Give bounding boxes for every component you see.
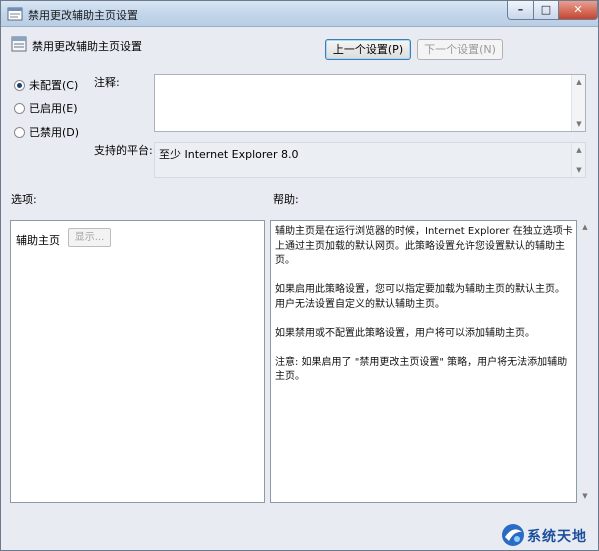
help-label: 帮助: — [273, 193, 299, 206]
maximize-button[interactable]: □ — [533, 1, 559, 20]
minimize-button[interactable]: – — [507, 1, 534, 20]
scroll-down-icon[interactable]: ▼ — [579, 490, 591, 502]
policy-setting-window: 禁用更改辅助主页设置 – □ ✕ 禁用更改辅助主页设置 上一个设置(P) 下一个… — [0, 0, 599, 551]
setting-icon — [11, 36, 27, 52]
scroll-down-icon[interactable]: ▼ — [572, 118, 586, 130]
help-paragraph: 辅助主页是在运行浏览器的时候，Internet Explorer 在独立选项卡上… — [275, 226, 573, 266]
scroll-up-icon[interactable]: ▲ — [579, 221, 591, 233]
radio-icon — [14, 103, 25, 114]
watermark-text: 系统天地 — [527, 529, 587, 545]
help-text: 辅助主页是在运行浏览器的时候，Internet Explorer 在独立选项卡上… — [275, 225, 573, 399]
scroll-down-icon[interactable]: ▼ — [572, 164, 586, 176]
options-label: 选项: — [11, 193, 37, 206]
previous-setting-button[interactable]: 上一个设置(P) — [325, 39, 411, 60]
help-paragraph: 如果启用此策略设置，您可以指定要加载为辅助主页的默认主页。用户无法设置自定义的默… — [275, 284, 565, 310]
radio-label: 已启用(E) — [29, 102, 78, 115]
help-paragraph: 注意: 如果启用了 "禁用更改主页设置" 策略，用户将无法添加辅助主页。 — [275, 356, 568, 383]
platform-label: 支持的平台: — [94, 144, 153, 157]
radio-selected-icon — [14, 80, 25, 91]
site-watermark: 系统天地 — [498, 522, 598, 550]
comment-label: 注释: — [94, 76, 120, 89]
show-button[interactable]: 显示... — [68, 228, 111, 247]
radio-not-configured[interactable]: 未配置(C) — [14, 77, 78, 93]
comment-textarea[interactable]: ▲ ▼ — [154, 74, 586, 132]
title-bar[interactable]: 禁用更改辅助主页设置 – □ ✕ — [1, 1, 598, 27]
close-icon: ✕ — [573, 3, 583, 16]
close-button[interactable]: ✕ — [558, 1, 598, 20]
minimize-icon: – — [517, 3, 524, 16]
options-panel: 辅助主页 显示... — [10, 220, 265, 503]
radio-disabled[interactable]: 已禁用(D) — [14, 124, 79, 140]
platform-scrollbar[interactable]: ▲ ▼ — [571, 143, 585, 177]
secondary-home-label: 辅助主页 — [16, 234, 60, 247]
maximize-icon: □ — [540, 3, 552, 16]
scroll-up-icon[interactable]: ▲ — [572, 76, 586, 88]
setting-title: 禁用更改辅助主页设置 — [32, 40, 142, 53]
radio-icon — [14, 127, 25, 138]
platform-field: 至少 Internet Explorer 8.0 ▲ ▼ — [154, 142, 586, 178]
radio-label: 未配置(C) — [29, 79, 79, 92]
window-title: 禁用更改辅助主页设置 — [28, 9, 138, 22]
next-setting-button[interactable]: 下一个设置(N) — [417, 39, 503, 60]
watermark-logo-icon — [502, 524, 524, 546]
help-panel: 辅助主页是在运行浏览器的时候，Internet Explorer 在独立选项卡上… — [270, 220, 577, 503]
radio-label: 已禁用(D) — [29, 126, 80, 139]
policy-icon — [7, 7, 23, 21]
help-scrollbar[interactable]: ▲ ▼ — [579, 220, 591, 503]
help-paragraph: 如果禁用或不配置此策略设置，用户将可以添加辅助主页。 — [275, 327, 535, 339]
comment-scrollbar[interactable]: ▲ ▼ — [571, 75, 585, 131]
radio-enabled[interactable]: 已启用(E) — [14, 100, 78, 116]
scroll-up-icon[interactable]: ▲ — [572, 144, 586, 156]
platform-value: 至少 Internet Explorer 8.0 — [159, 148, 299, 161]
